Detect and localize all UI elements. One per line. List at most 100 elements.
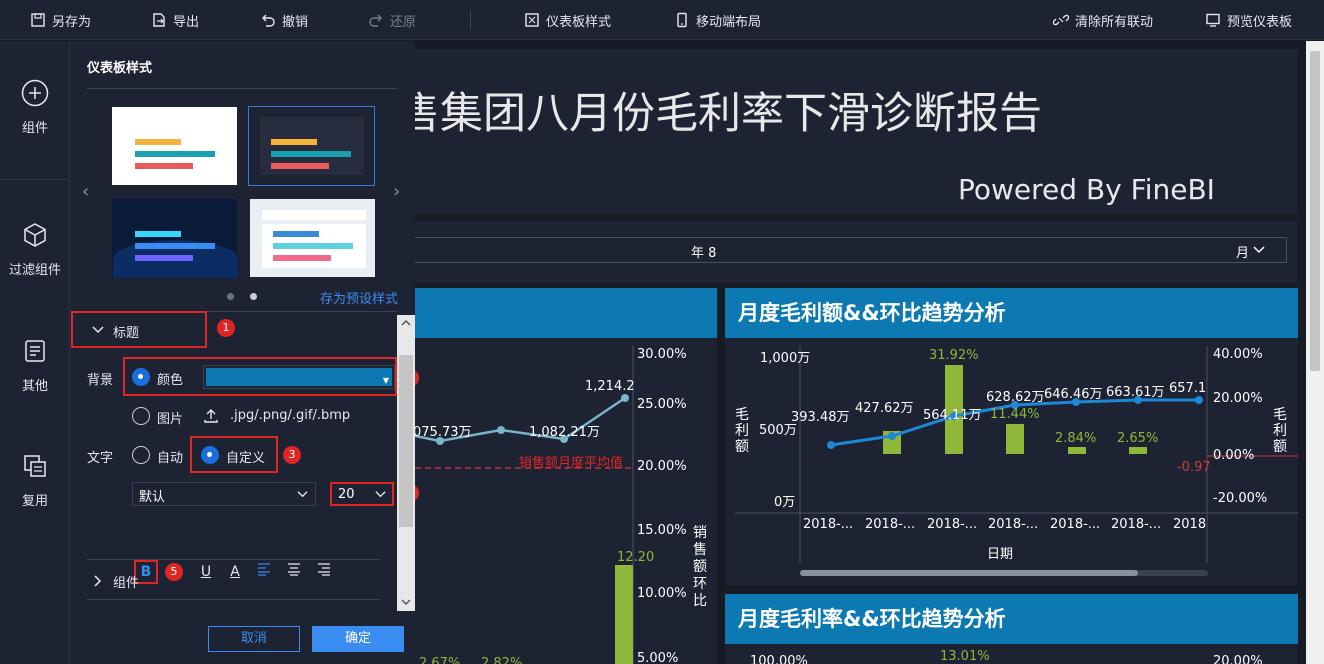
profit-right-axis-label: 毛利额 xyxy=(1273,407,1287,455)
profit-line-label: 427.62万 xyxy=(855,401,914,416)
profit-point xyxy=(827,441,835,449)
nav-reuse[interactable]: 复用 xyxy=(0,452,70,509)
style-thumb-dark[interactable] xyxy=(248,106,375,186)
nav-divider xyxy=(0,179,70,180)
profit-bar-label: 31.92% xyxy=(929,348,979,363)
panel-divider xyxy=(87,88,397,89)
cancel-button[interactable]: 取消 xyxy=(208,626,300,652)
style-thumb-light[interactable] xyxy=(112,107,237,185)
export-button[interactable]: 导出 xyxy=(151,0,199,40)
sales-point-label-3: 1,214.2 xyxy=(585,379,635,394)
chevron-left-icon[interactable]: ‹ xyxy=(82,181,89,202)
panel-scrollbar-thumb[interactable] xyxy=(399,355,413,527)
sales-point-label-1: 075.73万 xyxy=(415,425,472,440)
chevron-up-icon[interactable] xyxy=(400,318,412,328)
toolbar: 另存为 导出 撤销 还原 仪表板样式 移动端布局 清除所有联动 预览仪表板 xyxy=(0,0,1324,40)
thumb-bar xyxy=(135,163,193,169)
style-thumb-blue[interactable] xyxy=(112,199,238,278)
mobile-layout-button[interactable]: 移动端布局 xyxy=(674,0,761,40)
sales-chart-plot xyxy=(415,346,634,664)
align-left-icon xyxy=(258,563,270,576)
profit-point xyxy=(888,432,896,440)
rate-right-tick: 20.00% xyxy=(1213,654,1263,664)
chevron-down-icon[interactable] xyxy=(400,597,412,607)
preview-button[interactable]: 预览仪表板 xyxy=(1205,0,1292,40)
font-size-select[interactable]: 20 xyxy=(330,482,394,506)
undo-button[interactable]: 撤销 xyxy=(260,0,308,40)
unlink-icon xyxy=(1053,14,1069,26)
confirm-button[interactable]: 确定 xyxy=(312,626,404,652)
text-auto-radio[interactable] xyxy=(132,446,150,464)
align-right-button[interactable] xyxy=(313,561,335,583)
toolbar-divider xyxy=(470,10,471,30)
page-scrollbar[interactable] xyxy=(1306,41,1324,664)
nav-component-label: 组件 xyxy=(21,121,48,136)
badge-1: 1 xyxy=(217,319,235,337)
font-family-select[interactable]: 默认 xyxy=(132,482,316,506)
left-nav: 组件 过滤组件 其他 复用 xyxy=(0,41,70,664)
rate-chart-card[interactable]: 月度毛利率&&环比趋势分析 100.00% 20.00% 13.01% xyxy=(725,594,1298,664)
align-center-button[interactable] xyxy=(283,561,305,583)
text-label: 文字 xyxy=(87,451,114,466)
profit-x-tick: 2018-... xyxy=(865,517,916,532)
profit-left-tick: 0万 xyxy=(774,495,796,510)
document-icon xyxy=(25,340,45,362)
nav-other[interactable]: 其他 xyxy=(0,337,70,394)
save-as-button[interactable]: 另存为 xyxy=(30,0,91,40)
profit-left-axis-label: 毛利额 xyxy=(735,407,749,455)
chevron-down-icon xyxy=(297,491,308,498)
carousel-dot-active[interactable] xyxy=(250,293,257,300)
nav-filter[interactable]: 过滤组件 xyxy=(0,221,70,278)
profit-point xyxy=(1195,396,1203,404)
preview-label: 预览仪表板 xyxy=(1227,14,1293,30)
style-thumb-soft[interactable] xyxy=(250,199,375,277)
plus-circle-icon xyxy=(21,79,49,107)
clear-links-button[interactable]: 清除所有联动 xyxy=(1053,0,1153,40)
nav-reuse-label: 复用 xyxy=(21,494,48,509)
rate-chart-header: 月度毛利率&&环比趋势分析 xyxy=(725,594,1298,644)
title-card[interactable]: 售集团八月份毛利率下滑诊断报告 Powered By FineBI xyxy=(415,49,1298,214)
profit-bar xyxy=(1006,424,1024,454)
thumb-bar xyxy=(135,255,193,261)
panel-divider xyxy=(87,599,380,600)
panel-scrollbar[interactable] xyxy=(397,315,415,611)
profit-bar xyxy=(1068,447,1086,454)
sales-point-label-2: 1,082.21万 xyxy=(529,425,600,440)
bg-image-radio[interactable] xyxy=(132,407,150,425)
sales-point xyxy=(497,426,505,434)
profit-bar xyxy=(1129,447,1147,454)
chevron-down-icon[interactable] xyxy=(1252,244,1266,256)
nav-component[interactable]: 组件 xyxy=(0,79,70,136)
thumb-bar xyxy=(273,231,319,237)
upload-icon[interactable] xyxy=(203,408,219,424)
profit-hscroll-thumb[interactable] xyxy=(800,570,1138,576)
align-left-button[interactable] xyxy=(253,561,275,583)
save-preset-link[interactable]: 存为预设样式 xyxy=(320,288,398,307)
underline-button[interactable]: U xyxy=(195,561,217,583)
badge-3: 3 xyxy=(283,446,301,464)
bg-label: 背景 xyxy=(87,373,114,388)
sales-chart-card[interactable]: 075.73万 1,082.21万 1,214.2 销售额月度平均值 30.00… xyxy=(415,288,717,664)
date-filter[interactable]: 年 8 月 xyxy=(415,237,1287,263)
sales-right-tick: 20.00% xyxy=(637,459,687,474)
sales-bottom-label: 2.82% xyxy=(481,656,523,664)
carousel-dot[interactable] xyxy=(227,293,234,300)
profit-right-tick: 0.00% xyxy=(1213,448,1255,463)
chevron-right-icon[interactable] xyxy=(92,574,102,588)
profit-chart-card[interactable]: 月度毛利额&&环比趋势分析 1,000万 500万 0万 毛利额 40.00% … xyxy=(725,288,1298,585)
page-scrollbar-thumb[interactable] xyxy=(1310,51,1320,371)
save-as-label: 另存为 xyxy=(52,14,92,30)
sales-right-tick: 5.00% xyxy=(637,651,679,664)
export-icon xyxy=(153,13,165,27)
thumb-bar xyxy=(273,243,353,249)
font-color-button[interactable]: A xyxy=(224,561,246,583)
badge-5: 5 xyxy=(165,563,183,581)
dashboard-style-button[interactable]: 仪表板样式 xyxy=(524,0,611,40)
component-section-label[interactable]: 组件 xyxy=(113,572,139,591)
chevron-right-icon[interactable]: › xyxy=(393,181,400,202)
text-auto-label: 自动 xyxy=(157,451,184,466)
redo-button[interactable]: 还原 xyxy=(368,0,416,40)
save-icon xyxy=(31,13,45,27)
redo-label: 还原 xyxy=(390,14,417,30)
dashboard-canvas: 售集团八月份毛利率下滑诊断报告 Powered By FineBI 年 8 月 … xyxy=(415,41,1324,664)
